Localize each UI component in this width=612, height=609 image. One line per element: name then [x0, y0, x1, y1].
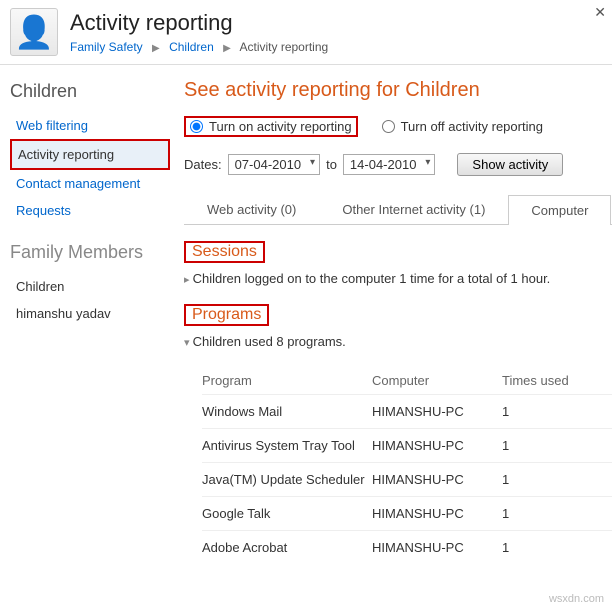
tabs: Web activity (0) Other Internet activity…	[184, 194, 612, 225]
user-avatar-icon: 👤	[10, 8, 58, 56]
breadcrumb: Family Safety ▶ Children ▶ Activity repo…	[70, 40, 602, 54]
radio-on-wrap[interactable]: Turn on activity reporting	[184, 116, 358, 137]
table-header: Program Computer Times used	[202, 367, 612, 394]
breadcrumb-root[interactable]: Family Safety	[70, 40, 143, 54]
watermark: wsxdn.com	[549, 593, 604, 605]
programs-summary[interactable]: Children used 8 programs.	[184, 334, 612, 349]
programs-heading: Programs	[184, 304, 269, 326]
close-icon[interactable]: ✕	[594, 4, 606, 21]
dates-row: Dates: 07-04-2010 to 14-04-2010 Show act…	[184, 153, 612, 176]
dates-label: Dates:	[184, 157, 222, 172]
header: 👤 Activity reporting Family Safety ▶ Chi…	[0, 0, 612, 65]
sidebar-item-requests[interactable]: Requests	[10, 197, 170, 224]
radio-off[interactable]	[382, 120, 395, 133]
table-row[interactable]: Windows Mail HIMANSHU-PC 1	[202, 394, 612, 428]
tab-web-activity[interactable]: Web activity (0)	[184, 194, 319, 224]
table-row[interactable]: Antivirus System Tray Tool HIMANSHU-PC 1	[202, 428, 612, 462]
chevron-right-icon: ▶	[152, 43, 160, 54]
tab-computer[interactable]: Computer	[508, 195, 611, 225]
table-row[interactable]: Adobe Acrobat HIMANSHU-PC 1	[202, 530, 612, 564]
breadcrumb-children[interactable]: Children	[169, 40, 214, 54]
sidebar-member-children[interactable]: Children	[10, 273, 170, 300]
table-row[interactable]: Java(TM) Update Scheduler HIMANSHU-PC 1	[202, 462, 612, 496]
show-activity-button[interactable]: Show activity	[457, 153, 563, 176]
radio-on-label: Turn on activity reporting	[209, 119, 352, 134]
main-content: See activity reporting for Children Turn…	[170, 65, 612, 574]
main-title: See activity reporting for Children	[184, 79, 612, 102]
sidebar-members-heading: Family Members	[10, 242, 170, 263]
sidebar: Children Web filtering Activity reportin…	[0, 65, 170, 574]
col-computer: Computer	[372, 373, 502, 388]
sidebar-heading: Children	[10, 81, 170, 102]
date-to-label: to	[326, 157, 337, 172]
sessions-heading: Sessions	[184, 241, 265, 263]
sidebar-member-himanshu[interactable]: himanshu yadav	[10, 300, 170, 327]
sidebar-item-contact-management[interactable]: Contact management	[10, 170, 170, 197]
sidebar-item-activity-reporting[interactable]: Activity reporting	[10, 139, 170, 170]
breadcrumb-leaf: Activity reporting	[240, 40, 329, 54]
date-from-select[interactable]: 07-04-2010	[228, 154, 321, 175]
reporting-toggle: Turn on activity reporting Turn off acti…	[184, 116, 612, 137]
programs-table: Program Computer Times used Windows Mail…	[202, 367, 612, 564]
table-row[interactable]: Google Talk HIMANSHU-PC 1	[202, 496, 612, 530]
date-to-select[interactable]: 14-04-2010	[343, 154, 436, 175]
radio-off-wrap[interactable]: Turn off activity reporting	[382, 119, 543, 134]
chevron-right-icon: ▶	[223, 43, 231, 54]
col-program: Program	[202, 373, 372, 388]
sidebar-item-web-filtering[interactable]: Web filtering	[10, 112, 170, 139]
body: Children Web filtering Activity reportin…	[0, 65, 612, 574]
col-times: Times used	[502, 373, 582, 388]
header-text: Activity reporting Family Safety ▶ Child…	[70, 10, 602, 54]
radio-off-label: Turn off activity reporting	[401, 119, 543, 134]
page-title: Activity reporting	[70, 10, 602, 36]
radio-on[interactable]	[190, 120, 203, 133]
tab-other-internet[interactable]: Other Internet activity (1)	[319, 194, 508, 224]
sessions-summary[interactable]: Children logged on to the computer 1 tim…	[184, 271, 612, 286]
